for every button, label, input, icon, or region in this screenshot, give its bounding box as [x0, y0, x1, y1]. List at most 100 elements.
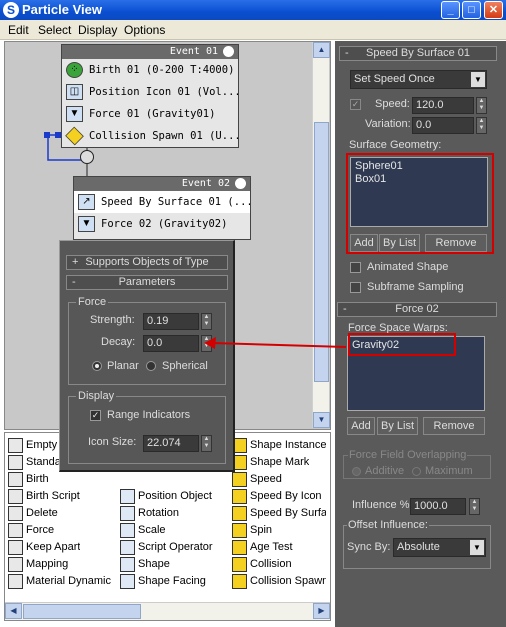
- strength-field[interactable]: 0.19: [143, 313, 199, 330]
- subframe-sampling-checkbox[interactable]: [350, 282, 361, 293]
- scroll-left-arrow-icon[interactable]: ◀: [5, 603, 22, 619]
- scroll-up-arrow-icon[interactable]: ▲: [313, 42, 330, 58]
- graph-vertical-scrollbar[interactable]: ▲ ▼: [312, 42, 330, 428]
- decay-field[interactable]: 0.0: [143, 335, 199, 352]
- icon-size-field[interactable]: 22.074: [143, 435, 199, 452]
- depot-item[interactable]: Script Operator: [118, 539, 213, 556]
- eye-icon[interactable]: [223, 46, 234, 57]
- operator-label: Force 01 (Gravity01): [89, 108, 216, 120]
- depot-item[interactable]: Collision Spawn: [230, 573, 326, 590]
- sync-by-dropdown[interactable]: Absolute ▼: [393, 538, 486, 557]
- depot-item[interactable]: Speed: [230, 471, 282, 488]
- planar-radio[interactable]: [92, 361, 102, 371]
- scroll-down-arrow-icon[interactable]: ▼: [313, 412, 330, 428]
- operator-icon: [232, 540, 247, 555]
- menu-edit[interactable]: Edit: [8, 23, 29, 37]
- depot-item[interactable]: Shape Facing: [118, 573, 206, 590]
- event-01-collision-spawn[interactable]: Collision Spawn 01 (U...: [62, 125, 238, 147]
- close-button[interactable]: ✕: [484, 1, 503, 19]
- operator-icon: [8, 455, 23, 470]
- animated-shape-checkbox[interactable]: [350, 262, 361, 273]
- surface-add-button[interactable]: Add: [350, 234, 378, 252]
- depot-item[interactable]: Rotation: [118, 505, 179, 522]
- depot-item[interactable]: Birth: [6, 471, 49, 488]
- influence-field[interactable]: 1000.0: [410, 498, 466, 515]
- decay-label: Decay:: [101, 336, 136, 348]
- event-01-node[interactable]: Event 01 ⁘ Birth 01 (0-200 T:4000) ◫ Posit…: [61, 44, 239, 148]
- depot-item[interactable]: Shape: [118, 556, 170, 573]
- parameters-rollout-header[interactable]: - Parameters: [66, 275, 228, 290]
- depot-item[interactable]: Shape Instance: [230, 437, 326, 454]
- depot-item-label: Keep Apart: [26, 541, 81, 553]
- surface-remove-button[interactable]: Remove: [425, 234, 487, 252]
- strength-spinner[interactable]: ▲ ▼: [201, 313, 212, 330]
- operator-icon: [120, 557, 135, 572]
- force-by-list-button[interactable]: By List: [377, 417, 418, 435]
- event-02-node[interactable]: Event 02 ↗ Speed By Surface 01 (... ▼ Forc…: [73, 176, 251, 240]
- collision-spawn-icon: [65, 126, 84, 146]
- operator-icon: [8, 489, 23, 504]
- depot-item[interactable]: Age Test: [230, 539, 293, 556]
- operator-icon: [120, 489, 135, 504]
- force-remove-button[interactable]: Remove: [423, 417, 485, 435]
- depot-item-label: Collision: [250, 558, 292, 570]
- force-add-button[interactable]: Add: [347, 417, 375, 435]
- depot-item[interactable]: Spin: [230, 522, 272, 539]
- variation-field[interactable]: 0.0: [412, 117, 474, 134]
- variation-spinner[interactable]: ▲ ▼: [476, 117, 487, 134]
- strength-label: Strength:: [90, 314, 135, 326]
- surface-geometry-list[interactable]: Sphere01 Box01: [350, 157, 488, 227]
- surface-by-list-button[interactable]: By List: [379, 234, 420, 252]
- range-indicators-checkbox[interactable]: ✓: [90, 410, 101, 421]
- menu-options[interactable]: Options: [124, 23, 165, 37]
- menu-select[interactable]: Select: [38, 23, 71, 37]
- list-item[interactable]: Sphere01: [355, 160, 483, 173]
- depot-item[interactable]: Material Dynamic: [6, 573, 111, 590]
- supports-rollout-header[interactable]: + Supports Objects of Type: [66, 255, 228, 270]
- depot-item[interactable]: Speed By Icon: [230, 488, 322, 505]
- speed-field[interactable]: 120.0: [412, 97, 474, 114]
- depot-item[interactable]: Keep Apart: [6, 539, 80, 556]
- dropdown-value: Set Speed Once: [354, 73, 435, 85]
- rollout-title: Parameters: [118, 276, 176, 288]
- additive-radio[interactable]: [352, 467, 361, 476]
- event-01-position-icon[interactable]: ◫ Position Icon 01 (Vol...: [62, 81, 238, 103]
- depot-item[interactable]: Mapping: [6, 556, 68, 573]
- speed-by-surface-rollout-header[interactable]: - Speed By Surface 01: [339, 46, 497, 61]
- eye-icon[interactable]: [235, 178, 246, 189]
- depot-item[interactable]: Birth Script: [6, 488, 80, 505]
- depot-item[interactable]: Position Object: [118, 488, 212, 505]
- event-02-speed-by-surface[interactable]: ↗ Speed By Surface 01 (...: [74, 191, 250, 213]
- depot-item[interactable]: Empty: [6, 437, 57, 454]
- operator-label: Force 02 (Gravity02): [101, 218, 228, 230]
- event-link-circle[interactable]: [80, 150, 94, 164]
- spherical-radio[interactable]: [146, 361, 156, 371]
- maximum-radio[interactable]: [412, 467, 421, 476]
- depot-item[interactable]: Collision: [230, 556, 292, 573]
- gravity02-highlight: [348, 333, 456, 356]
- list-item[interactable]: Box01: [355, 173, 483, 186]
- speed-mode-dropdown[interactable]: Set Speed Once ▼: [350, 70, 487, 89]
- depot-item[interactable]: Delete: [6, 505, 58, 522]
- scroll-thumb[interactable]: [23, 604, 141, 619]
- scroll-right-arrow-icon[interactable]: ▶: [313, 603, 330, 619]
- minimize-button[interactable]: _: [441, 1, 460, 19]
- depot-item[interactable]: Scale: [118, 522, 166, 539]
- event-01-birth[interactable]: ⁘ Birth 01 (0-200 T:4000): [62, 59, 238, 81]
- influence-spinner[interactable]: ▲ ▼: [469, 498, 480, 515]
- icon-size-spinner[interactable]: ▲ ▼: [201, 435, 212, 452]
- variation-label: Variation:: [365, 118, 411, 130]
- speed-label: Speed:: [375, 98, 410, 110]
- depot-horizontal-scrollbar[interactable]: ◀ ▶: [5, 602, 330, 620]
- event-01-force[interactable]: ▼ Force 01 (Gravity01): [62, 103, 238, 125]
- depot-item[interactable]: Shape Mark: [230, 454, 309, 471]
- maximize-button[interactable]: □: [462, 1, 481, 19]
- depot-item[interactable]: Speed By Surface: [230, 505, 326, 522]
- force02-rollout-header[interactable]: - Force 02: [337, 302, 497, 317]
- menu-display[interactable]: Display: [78, 23, 117, 37]
- speed-checkbox[interactable]: ✓: [350, 99, 361, 110]
- depot-item[interactable]: Force: [6, 522, 54, 539]
- event-02-force[interactable]: ▼ Force 02 (Gravity02): [74, 213, 250, 235]
- speed-spinner[interactable]: ▲ ▼: [476, 97, 487, 114]
- operator-icon: [8, 506, 23, 521]
